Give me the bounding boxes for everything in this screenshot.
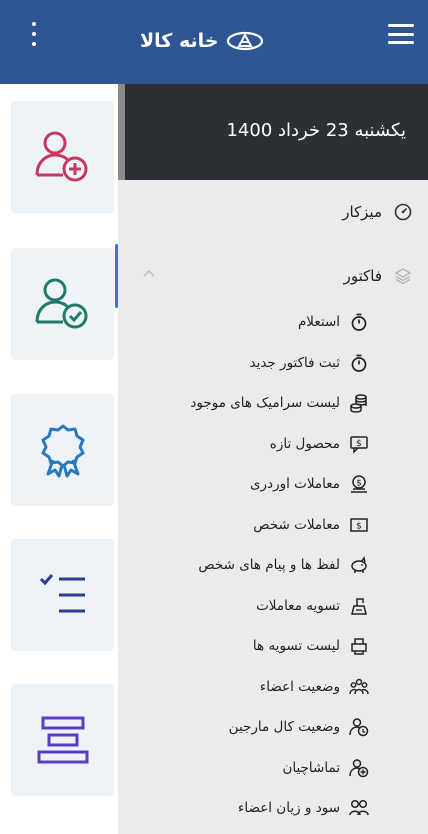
rail-card-checklist[interactable] [11,539,114,651]
printer-icon [348,635,370,657]
rail-card-add-user[interactable] [11,101,114,213]
menu-item[interactable]: تسویه معاملات [256,588,370,624]
layers-icon [392,265,414,287]
menu-item[interactable]: وضعیت اعضاء [260,669,370,705]
svg-text:$: $ [356,479,362,489]
menu-item[interactable]: استعلام [298,304,370,340]
chevron-up-icon[interactable] [142,268,156,278]
coins-icon [348,392,370,414]
menu-item[interactable]: لیست سرامیک های موجود [190,385,370,421]
app-bar: خانه کالا [0,0,428,84]
more-options-icon[interactable] [24,22,44,46]
menu-item[interactable]: $ معاملات شخص [253,507,370,543]
navigation-drawer: یکشنبه 23 خرداد 1400 میزکار فاکتور استعل… [118,84,428,834]
rail-card-award[interactable] [11,394,114,506]
menu-item-label: لفظ ها و پیام های شخص [198,557,340,573]
dollar-bill-icon: $ [348,514,370,536]
menu-item[interactable]: ثبت فاکتور جدید [249,345,370,381]
menu-item-dashboard[interactable]: میزکار [118,192,428,232]
rail-card-align[interactable] [11,684,114,796]
date-bar: یکشنبه 23 خرداد 1400 [118,84,428,180]
menu-item-label: لیست تسویه ها [252,638,340,654]
current-date: یکشنبه 23 خرداد 1400 [226,120,406,141]
menu-item-label: سود و زیان اعضاء [238,800,340,816]
user-clock-icon [348,716,370,738]
checklist-icon [39,574,85,613]
logo-text: خانه کالا [140,30,219,52]
menu-item-label: معاملات شخص [253,516,340,533]
piggy-bank-icon [348,554,370,576]
users-icon [348,797,370,819]
menu-section-invoice[interactable]: فاکتور [118,256,428,296]
menu-item-label: استعلام [297,314,340,330]
menu-item[interactable]: وضعیت کال مارجین [229,709,370,745]
menu-item-label: تسویه معاملات [256,597,340,614]
users-group-icon [348,676,370,698]
rail-card-user-check[interactable] [11,248,114,360]
menu-item[interactable]: تماشاچیان [282,750,370,786]
menu-item-label: معاملات اوردری [249,476,340,492]
user-plus-icon [348,757,370,779]
align-center-icon [37,716,88,764]
menu-item-label: محصول تازه [269,435,340,452]
menu-item-label: ثبت فاکتور جدید [249,354,340,371]
menu-item[interactable]: لفظ ها و پیام های شخص [198,547,370,583]
side-rail [0,84,118,834]
user-add-icon [35,131,87,182]
drawer-scrollbar[interactable] [118,84,125,180]
chat-dollar-icon: $ [348,433,370,455]
menu-label-invoice: فاکتور [343,267,382,285]
menu-item[interactable]: سود و زیان اعضاء [238,790,370,826]
menu-icon[interactable] [388,24,414,44]
menu-item[interactable]: $ معاملات اوردری [250,466,370,502]
menu-item-label: وضعیت اعضاء [259,678,340,695]
dashboard-icon [392,201,414,223]
menu-item-label: لیست سرامیک های موجود [190,395,340,411]
user-check-icon [35,278,87,329]
menu-label-dashboard: میزکار [342,203,382,221]
logo-mark-icon [227,31,264,51]
menu-item[interactable]: لیست تسویه ها [253,628,370,664]
stopwatch-icon [348,311,370,333]
menu-item-label: تماشاچیان [282,759,340,776]
cash-register-icon [348,595,370,617]
svg-text:$: $ [356,521,362,531]
menu-item-label: وضعیت کال مارجین [228,719,340,735]
stopwatch-icon [348,352,370,374]
dollar-stand-icon: $ [348,473,370,495]
svg-text:$: $ [356,439,362,449]
award-icon [41,424,84,478]
menu-item[interactable]: $ محصول تازه [270,426,370,462]
app-logo: خانه کالا [140,24,264,58]
